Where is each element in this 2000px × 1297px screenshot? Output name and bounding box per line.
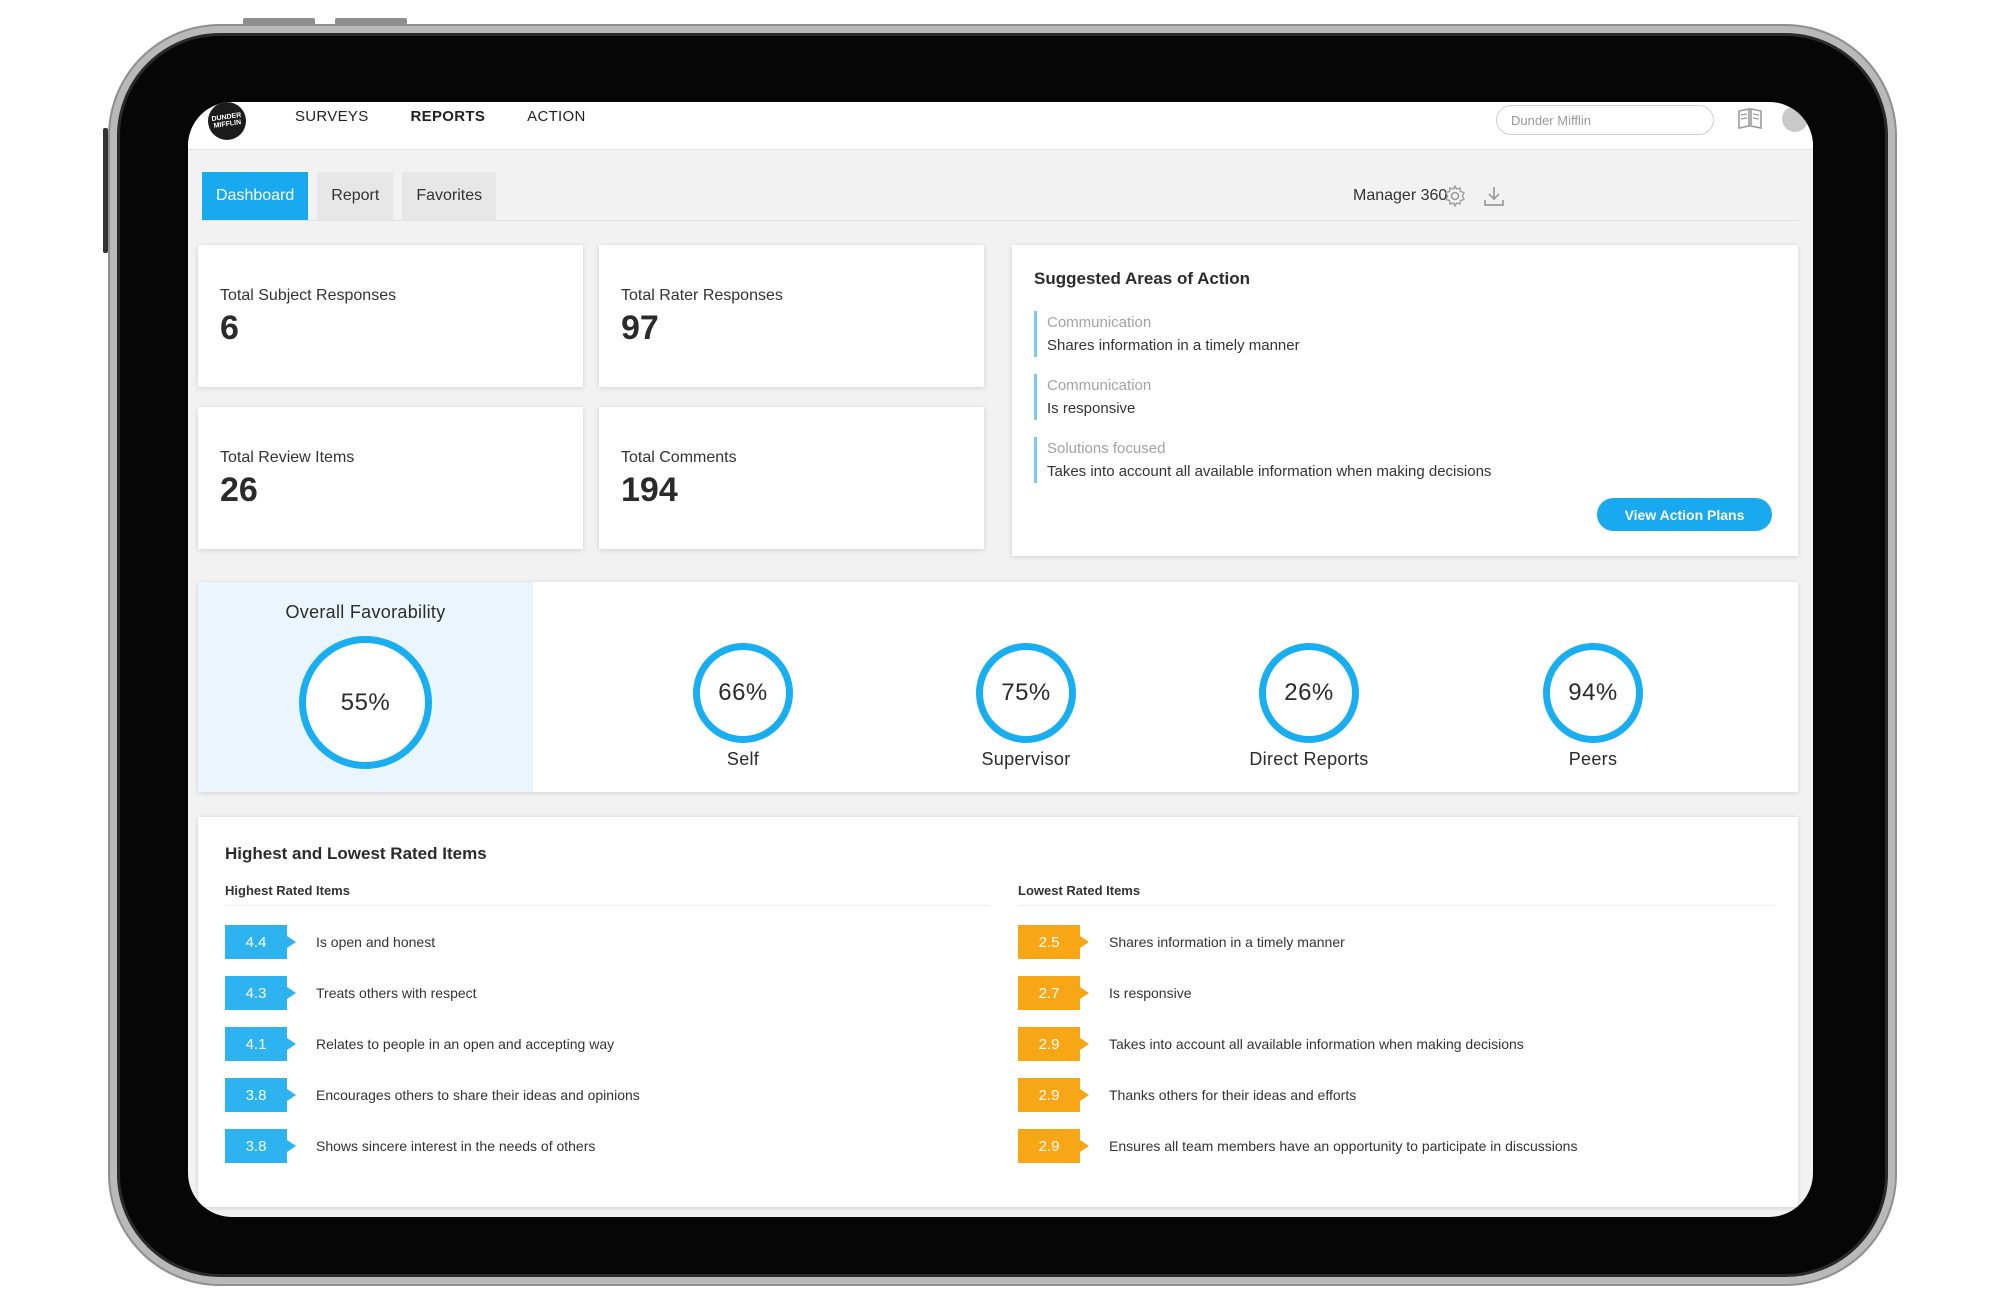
stat-label: Total Subject Responses (220, 287, 397, 304)
item-text: Shares information in a timely manner (1109, 934, 1345, 950)
view-action-plans-button[interactable]: View Action Plans (1597, 498, 1772, 531)
tablet-top-button-1 (243, 18, 315, 25)
highest-rated-heading: Highest Rated Items (225, 883, 350, 898)
highest-item-row: 4.1 Relates to people in an open and acc… (225, 1027, 614, 1061)
stat-card-comments: Total Comments 194 (599, 407, 984, 549)
stat-card-review-items: Total Review Items 26 (198, 407, 583, 549)
score-badge: 4.3 (225, 976, 296, 1010)
gear-icon[interactable] (1443, 184, 1467, 208)
stat-value: 26 (220, 471, 258, 509)
score-badge: 4.4 (225, 925, 296, 959)
favorability-card: Overall Favorability 55% 66% Self 75% Su… (198, 582, 1798, 792)
item-text: Ensures all team members have an opportu… (1109, 1138, 1578, 1154)
tab-dashboard[interactable]: Dashboard (202, 172, 309, 220)
lowest-item-row: 2.9 Thanks others for their ideas and ef… (1018, 1078, 1356, 1112)
item-text: Shows sincere interest in the needs of o… (316, 1138, 596, 1154)
score-badge: 4.1 (225, 1027, 296, 1061)
suggested-item: Communication Is responsive (1034, 374, 1151, 420)
rated-items-card: Highest and Lowest Rated Items Highest R… (198, 817, 1798, 1207)
favorability-label-direct-reports: Direct Reports (1249, 749, 1369, 769)
stat-label: Total Review Items (220, 449, 355, 466)
suggested-title: Suggested Areas of Action (1034, 269, 1250, 288)
user-avatar-icon[interactable] (1782, 106, 1808, 132)
stat-value: 6 (220, 309, 239, 347)
score-badge: 2.9 (1018, 1027, 1089, 1061)
stat-value: 194 (621, 471, 678, 509)
download-icon[interactable] (1482, 184, 1506, 208)
company-logo[interactable]: DUNDER MIFFLIN (208, 102, 246, 140)
favorability-ring-direct-reports: 26% (1259, 643, 1359, 743)
top-nav: DUNDER MIFFLIN SURVEYS REPORTS ACTION Du… (188, 102, 1813, 150)
item-text: Thanks others for their ideas and effort… (1109, 1087, 1357, 1103)
tablet-top-button-2 (335, 18, 407, 25)
item-text: Is responsive (1109, 985, 1192, 1001)
score-badge: 2.7 (1018, 976, 1089, 1010)
suggested-category: Communication (1047, 314, 1152, 331)
company-field[interactable]: Dunder Mifflin (1496, 105, 1714, 135)
stat-card-subject-responses: Total Subject Responses 6 (198, 245, 583, 387)
tabs-divider (202, 220, 1799, 221)
stat-value: 97 (621, 309, 659, 347)
book-icon[interactable] (1737, 107, 1763, 129)
suggested-item: Solutions focused Takes into account all… (1034, 437, 1491, 483)
nav-reports[interactable]: REPORTS (411, 108, 486, 125)
rated-items-title: Highest and Lowest Rated Items (225, 844, 487, 863)
logo-text: DUNDER MIFFLIN (211, 111, 242, 130)
favorability-ring-supervisor: 75% (976, 643, 1076, 743)
item-text: Encourages others to share their ideas a… (316, 1087, 640, 1103)
stat-label: Total Rater Responses (621, 287, 783, 304)
lowest-item-row: 2.7 Is responsive (1018, 976, 1191, 1010)
report-tabs: Dashboard Report Favorites (202, 172, 497, 220)
highest-item-row: 3.8 Encourages others to share their ide… (225, 1078, 640, 1112)
item-text: Takes into account all available informa… (1109, 1036, 1524, 1052)
tab-report[interactable]: Report (317, 172, 394, 220)
score-badge: 2.9 (1018, 1078, 1089, 1112)
suggested-text: Takes into account all available informa… (1047, 463, 1492, 480)
lowest-item-row: 2.5 Shares information in a timely manne… (1018, 925, 1345, 959)
suggested-category: Communication (1047, 377, 1152, 394)
score-badge: 3.8 (225, 1129, 296, 1163)
highest-item-row: 3.8 Shows sincere interest in the needs … (225, 1129, 595, 1163)
favorability-ring-self: 66% (693, 643, 793, 743)
tab-favorites[interactable]: Favorites (402, 172, 497, 220)
stat-card-rater-responses: Total Rater Responses 97 (599, 245, 984, 387)
highest-item-row: 4.4 Is open and honest (225, 925, 435, 959)
suggested-text: Shares information in a timely manner (1047, 337, 1300, 354)
item-text: Is open and honest (316, 934, 436, 950)
stat-label: Total Comments (621, 449, 737, 466)
score-badge: 2.9 (1018, 1129, 1089, 1163)
nav-action[interactable]: ACTION (527, 108, 585, 125)
overall-favorability-ring: 55% (299, 636, 432, 769)
favorability-title: Overall Favorability (285, 602, 446, 622)
lowest-rated-heading: Lowest Rated Items (1018, 883, 1141, 898)
suggested-item: Communication Shares information in a ti… (1034, 311, 1300, 357)
item-text: Relates to people in an open and accepti… (316, 1036, 615, 1052)
app-screen: DUNDER MIFFLIN SURVEYS REPORTS ACTION Du… (188, 102, 1813, 1217)
suggested-text: Is responsive (1047, 400, 1136, 417)
main-menu: SURVEYS REPORTS ACTION (295, 108, 586, 125)
score-badge: 2.5 (1018, 925, 1089, 959)
highest-divider (225, 905, 990, 906)
survey-name: Manager 360 (1353, 187, 1448, 204)
lowest-item-row: 2.9 Ensures all team members have an opp… (1018, 1129, 1577, 1163)
favorability-ring-peers: 94% (1543, 643, 1643, 743)
favorability-label-self: Self (726, 749, 760, 769)
suggested-areas-card: Suggested Areas of Action Communication … (1012, 245, 1798, 556)
suggested-category: Solutions focused (1047, 440, 1166, 457)
favorability-label-supervisor: Supervisor (981, 749, 1071, 769)
score-badge: 3.8 (225, 1078, 296, 1112)
favorability-label-peers: Peers (1568, 749, 1618, 769)
nav-surveys[interactable]: SURVEYS (295, 108, 369, 125)
lowest-divider (1018, 905, 1775, 906)
lowest-item-row: 2.9 Takes into account all available inf… (1018, 1027, 1524, 1061)
highest-item-row: 4.3 Treats others with respect (225, 976, 477, 1010)
tablet-side-button (103, 128, 108, 253)
item-text: Treats others with respect (316, 985, 477, 1001)
